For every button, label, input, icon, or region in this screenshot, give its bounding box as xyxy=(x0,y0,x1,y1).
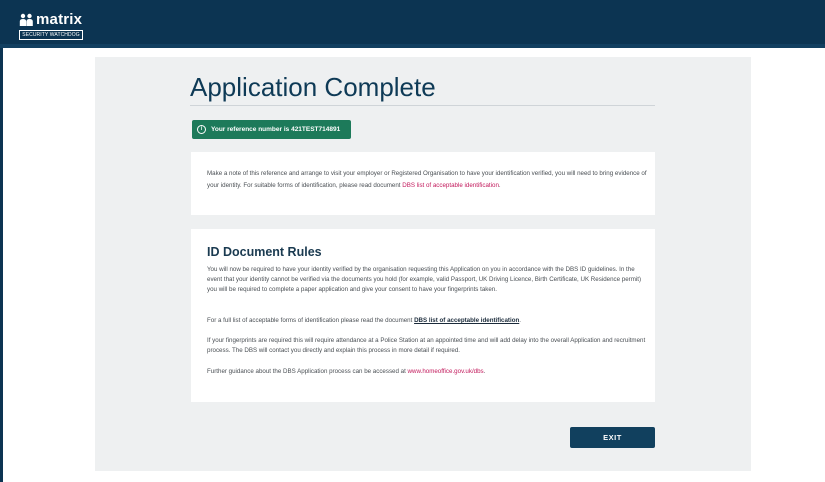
id-rules-paragraph-1: You will now be required to have your id… xyxy=(207,266,642,293)
top-header-bar: matrix SECURITY WATCHDOG xyxy=(0,0,825,48)
id-rules-paragraph-3: If your fingerprints are required this w… xyxy=(207,337,646,354)
header-stripe xyxy=(0,44,825,48)
page-title: Application Complete xyxy=(190,72,436,102)
id-rules-heading: ID Document Rules xyxy=(207,245,322,259)
exit-button[interactable]: EXIT xyxy=(570,427,655,448)
homeoffice-dbs-link[interactable]: www.homeoffice.gov.uk/dbs xyxy=(408,368,484,375)
logo-wordmark: matrix xyxy=(36,11,83,28)
reference-text: Your reference number is 421TEST714891 xyxy=(211,126,341,133)
dbs-id-list-link[interactable]: DBS list of acceptable identification xyxy=(402,182,499,189)
matrix-logo[interactable]: matrix SECURITY WATCHDOG xyxy=(19,11,85,41)
reference-note-card: Make a note of this reference and arrang… xyxy=(191,152,655,215)
dbs-id-list-link-2[interactable]: DBS list of acceptable identification xyxy=(414,317,519,324)
id-rules-card: ID Document Rules You will now be requir… xyxy=(191,229,655,402)
reference-badge: i Your reference number is 421TEST714891 xyxy=(192,120,351,139)
reference-note: Make a note of this reference and arrang… xyxy=(207,170,647,189)
title-divider xyxy=(190,105,655,106)
people-icon xyxy=(19,13,33,26)
logo-tagline: SECURITY WATCHDOG xyxy=(19,30,83,40)
id-rules-paragraph-4: Further guidance about the DBS Applicati… xyxy=(207,368,486,375)
info-circle-icon: i xyxy=(197,125,206,134)
id-rules-paragraph-2: For a full list of acceptable forms of i… xyxy=(207,317,522,324)
left-border xyxy=(0,48,3,482)
